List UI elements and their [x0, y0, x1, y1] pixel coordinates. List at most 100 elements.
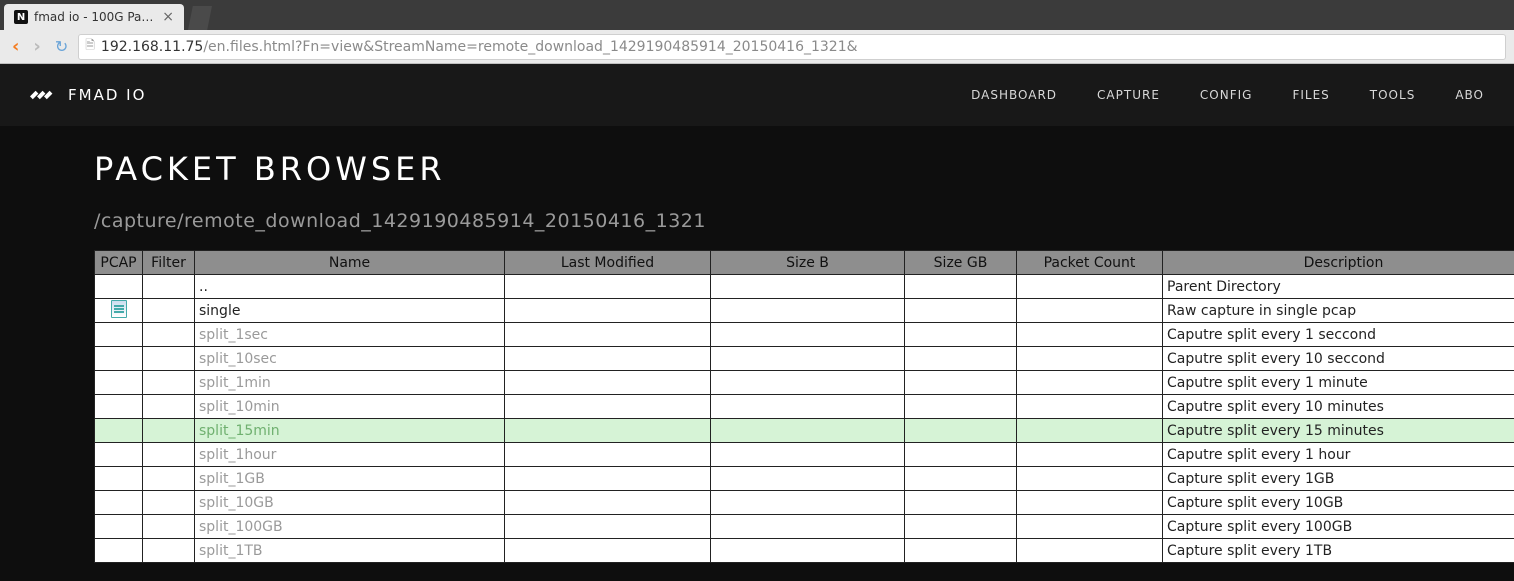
cell-description: Capture split every 1TB [1163, 539, 1514, 563]
cell-name[interactable]: split_10GB [195, 491, 505, 515]
cell-filter[interactable] [143, 539, 195, 563]
cell-name[interactable]: split_1hour [195, 443, 505, 467]
browser-tab[interactable]: N fmad io - 100G Pa… × [4, 4, 184, 30]
cell-filter[interactable] [143, 347, 195, 371]
new-tab-button[interactable] [188, 6, 212, 30]
nav-about[interactable]: ABO [1455, 88, 1484, 102]
url-path: /en.files.html?Fn=view&StreamName=remote… [203, 39, 857, 55]
nav-dashboard[interactable]: DASHBOARD [971, 88, 1057, 102]
table-row[interactable]: split_1hourCaputre split every 1 hour [95, 443, 1514, 467]
cell-pcap[interactable] [95, 467, 143, 491]
cell-filter[interactable] [143, 491, 195, 515]
table-row[interactable]: split_1minCaputre split every 1 minute [95, 371, 1514, 395]
cell-pcap[interactable] [95, 539, 143, 563]
cell-size-gb [905, 515, 1017, 539]
forward-button[interactable]: › [29, 36, 44, 57]
cell-pcap[interactable] [95, 299, 143, 323]
cell-size-b [711, 347, 905, 371]
cell-filter[interactable] [143, 419, 195, 443]
cell-name[interactable]: split_100GB [195, 515, 505, 539]
col-last-modified[interactable]: Last Modified [505, 251, 711, 275]
cell-last-modified [505, 515, 711, 539]
cell-filter[interactable] [143, 467, 195, 491]
cell-name[interactable]: single [195, 299, 505, 323]
cell-size-b [711, 443, 905, 467]
cell-packet-count [1017, 299, 1163, 323]
url-bar[interactable]: 🗎 192.168.11.75/en.files.html?Fn=view&St… [78, 34, 1506, 60]
cell-size-gb [905, 467, 1017, 491]
cell-filter[interactable] [143, 299, 195, 323]
cell-packet-count [1017, 347, 1163, 371]
cell-size-gb [905, 491, 1017, 515]
table-row[interactable]: single Raw capture in single pcap [95, 299, 1514, 323]
table-row[interactable]: split_15min Caputre split every 15 minute… [95, 419, 1514, 443]
cell-size-gb [905, 371, 1017, 395]
col-filter[interactable]: Filter [143, 251, 195, 275]
col-packet-count[interactable]: Packet Count [1017, 251, 1163, 275]
nav-capture[interactable]: CAPTURE [1097, 88, 1160, 102]
tab-close-icon[interactable]: × [162, 10, 174, 24]
reload-button[interactable]: ↻ [51, 37, 72, 56]
cell-name[interactable]: split_10sec [195, 347, 505, 371]
col-description[interactable]: Description [1163, 251, 1514, 275]
cell-filter[interactable] [143, 371, 195, 395]
cell-size-b [711, 275, 905, 299]
cell-last-modified [505, 299, 711, 323]
cell-last-modified [505, 323, 711, 347]
nav-files[interactable]: FILES [1292, 88, 1329, 102]
cell-filter[interactable] [143, 443, 195, 467]
col-size-b[interactable]: Size B [711, 251, 905, 275]
cell-packet-count [1017, 419, 1163, 443]
col-pcap[interactable]: PCAP [95, 251, 143, 275]
cell-pcap[interactable] [95, 515, 143, 539]
cell-size-gb [905, 347, 1017, 371]
cell-name[interactable]: split_15min [195, 419, 505, 443]
cell-size-gb [905, 443, 1017, 467]
brand[interactable]: FMAD IO [30, 86, 146, 104]
cell-last-modified [505, 539, 711, 563]
nav-tools[interactable]: TOOLS [1370, 88, 1416, 102]
nav-config[interactable]: CONFIG [1200, 88, 1253, 102]
table-row[interactable]: split_1GBCapture split every 1GB [95, 467, 1514, 491]
cell-name[interactable]: .. [195, 275, 505, 299]
cell-pcap[interactable] [95, 443, 143, 467]
cell-pcap[interactable] [95, 491, 143, 515]
cell-pcap[interactable] [95, 395, 143, 419]
browser-tabbar: N fmad io - 100G Pa… × [0, 0, 1514, 30]
cell-name[interactable]: split_10min [195, 395, 505, 419]
cell-packet-count [1017, 539, 1163, 563]
file-table-wrap: PCAP Filter Name Last Modified Size B Si… [94, 250, 1514, 563]
col-name[interactable]: Name [195, 251, 505, 275]
back-button[interactable]: ‹ [8, 36, 23, 57]
cell-name[interactable]: split_1GB [195, 467, 505, 491]
cell-description: Raw capture in single pcap [1163, 299, 1514, 323]
cell-pcap[interactable] [95, 275, 143, 299]
table-row[interactable]: split_10GBCapture split every 10GB [95, 491, 1514, 515]
cell-filter[interactable] [143, 515, 195, 539]
cell-size-gb [905, 275, 1017, 299]
cell-filter[interactable] [143, 395, 195, 419]
cell-pcap[interactable] [95, 371, 143, 395]
cell-filter[interactable] [143, 323, 195, 347]
table-header-row: PCAP Filter Name Last Modified Size B Si… [95, 251, 1514, 275]
cell-filter[interactable] [143, 275, 195, 299]
favicon-icon: N [14, 10, 28, 24]
cell-packet-count [1017, 275, 1163, 299]
cell-pcap[interactable] [95, 323, 143, 347]
cell-last-modified [505, 491, 711, 515]
cell-packet-count [1017, 491, 1163, 515]
cell-pcap[interactable] [95, 347, 143, 371]
table-row[interactable]: split_10secCaputre split every 10 seccon… [95, 347, 1514, 371]
table-row[interactable]: split_1secCaputre split every 1 seccond [95, 323, 1514, 347]
cell-pcap[interactable] [95, 419, 143, 443]
cell-last-modified [505, 467, 711, 491]
cell-name[interactable]: split_1min [195, 371, 505, 395]
cell-name[interactable]: split_1sec [195, 323, 505, 347]
table-row[interactable]: split_10minCaputre split every 10 minute… [95, 395, 1514, 419]
col-size-gb[interactable]: Size GB [905, 251, 1017, 275]
table-row[interactable]: split_1TB Capture split every 1TB [95, 539, 1514, 563]
cell-description: Caputre split every 15 minutes [1163, 419, 1514, 443]
cell-name[interactable]: split_1TB [195, 539, 505, 563]
table-row[interactable]: split_100GBCapture split every 100GB [95, 515, 1514, 539]
table-row[interactable]: ..Parent Directory [95, 275, 1514, 299]
